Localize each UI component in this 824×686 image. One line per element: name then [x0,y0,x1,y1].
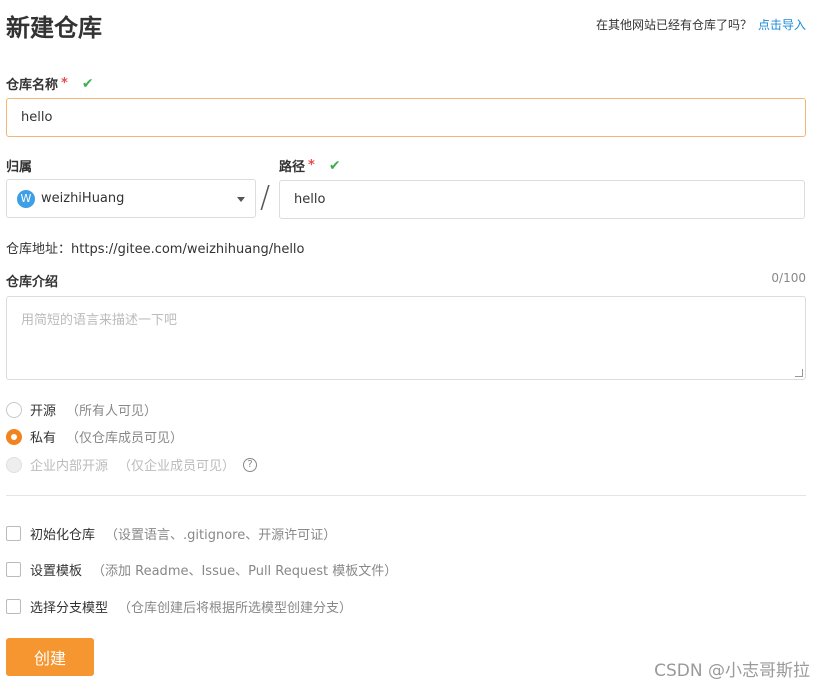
repo-address-value: https://gitee.com/weizhihuang/hello [71,242,305,257]
description-label-text: 仓库介绍 [6,275,59,290]
radio-label: 私有 [30,431,57,446]
owner-label-text: 归属 [6,160,33,175]
avatar: W [17,189,35,208]
check-icon: ✔ [328,157,341,174]
checkbox-label: 选择分支模型 [30,601,109,616]
divider [6,495,806,496]
watermark: CSDN @小志哥斯拉 [654,661,810,681]
import-link[interactable]: 点击导入 [758,18,806,32]
visibility-public[interactable]: 开源 （所有人可见） [6,400,157,419]
repo-address: 仓库地址：https://gitee.com/weizhihuang/hello [6,238,305,257]
radio-label: 企业内部开源 [30,459,109,474]
checkbox[interactable] [6,599,21,614]
radio-hint: （所有人可见） [66,404,158,419]
checkbox[interactable] [6,562,21,577]
checkbox[interactable] [6,526,21,541]
page-title: 新建仓库 [6,14,102,42]
repo-name-label-text: 仓库名称 [6,78,59,93]
required-mark: * [308,158,315,173]
import-prompt: 在其他网站已经有仓库了吗？ [595,18,752,32]
path-separator: / [260,180,271,215]
repo-address-label: 仓库地址： [6,242,72,257]
checkbox-hint: （仓库创建后将根据所选模型创建分支） [118,601,353,616]
repo-name-input[interactable]: hello [6,98,806,137]
resize-handle-icon[interactable] [795,369,803,377]
path-label-text: 路径 [279,160,306,175]
checkbox-hint: （设置语言、.gitignore、开源许可证） [105,528,337,543]
chevron-down-icon [237,197,245,202]
description-placeholder: 用简短的语言来描述一下吧 [21,313,178,328]
description-textarea[interactable]: 用简短的语言来描述一下吧 [6,296,806,380]
radio-label: 开源 [30,404,57,419]
owner-label: 归属 [6,156,32,175]
help-icon[interactable]: ? [243,457,258,472]
radio-hint: （仅企业成员可见） [118,459,236,474]
path-label: 路径 * ✔ [279,156,341,176]
visibility-enterprise: 企业内部开源 （仅企业成员可见） ? [6,455,258,474]
radio-button[interactable] [6,401,22,418]
option-init-repo[interactable]: 初始化仓库 （设置语言、.gitignore、开源许可证） [6,524,336,543]
visibility-private[interactable]: 私有 （仅仓库成员可见） [6,427,183,446]
owner-select[interactable]: W weizhiHuang [6,179,256,218]
repo-name-label: 仓库名称 * ✔ [6,74,94,94]
create-button[interactable]: 创建 [6,638,94,676]
radio-button[interactable] [6,428,22,445]
option-branch-model[interactable]: 选择分支模型 （仓库创建后将根据所选模型创建分支） [6,597,352,616]
radio-hint: （仅仓库成员可见） [66,431,184,446]
checkbox-label: 设置模板 [30,564,83,579]
option-template[interactable]: 设置模板 （添加 Readme、Issue、Pull Request 模板文件） [6,560,397,579]
owner-name: weizhiHuang [41,191,125,206]
required-mark: * [61,76,68,91]
checkbox-hint: （添加 Readme、Issue、Pull Request 模板文件） [92,564,398,579]
radio-button [6,456,22,473]
description-label: 仓库介绍 [6,271,58,290]
checkbox-label: 初始化仓库 [30,528,96,543]
import-hint: 在其他网站已经有仓库了吗？ 点击导入 [596,16,806,33]
char-counter: 0/100 [771,271,806,285]
path-input[interactable]: hello [279,180,805,219]
check-icon: ✔ [81,75,94,92]
